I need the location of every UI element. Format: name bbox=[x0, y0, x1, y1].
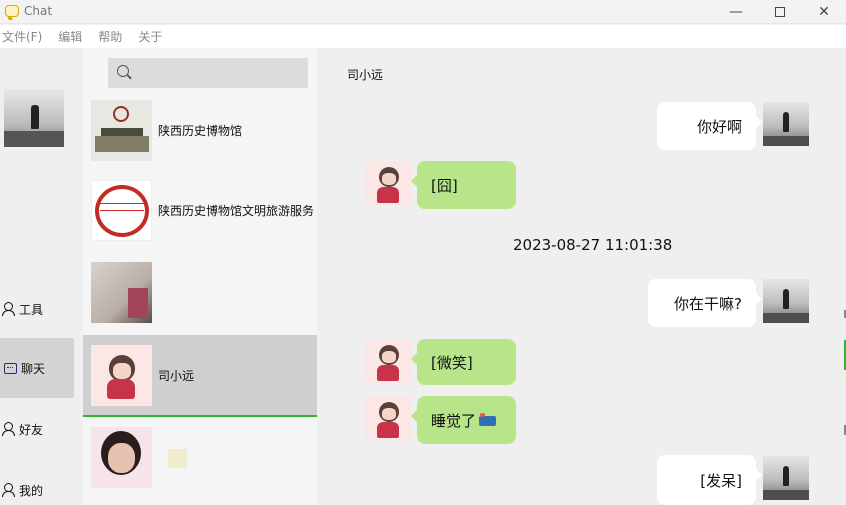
avatar-face bbox=[108, 443, 135, 473]
menu-file[interactable]: 文件(F) bbox=[2, 28, 42, 45]
nav-item-me[interactable]: 我的 bbox=[0, 460, 74, 505]
close-button[interactable]: ✕ bbox=[802, 0, 846, 24]
avatar-face bbox=[382, 351, 396, 363]
nav-item-chat[interactable]: 聊天 bbox=[0, 338, 74, 398]
room-shelf bbox=[128, 288, 148, 318]
museum-roof bbox=[101, 128, 143, 136]
maximize-button[interactable] bbox=[758, 0, 802, 24]
contact-item-selected[interactable]: 司小远 bbox=[83, 335, 317, 417]
close-icon: ✕ bbox=[818, 4, 830, 20]
peer-avatar[interactable] bbox=[365, 396, 411, 440]
avatar-figure bbox=[783, 466, 789, 486]
nav-item-label: 好友 bbox=[19, 422, 44, 437]
title-bar: Chat — ✕ bbox=[0, 0, 846, 24]
message-text: 你好啊 bbox=[696, 117, 742, 136]
chat-panel: 司小远 你好啊 [囧] 2023-08-27 11:01:38 你在干嘛? [微… bbox=[317, 48, 846, 505]
contact-avatar bbox=[91, 427, 152, 488]
message-text: [囧] bbox=[431, 176, 458, 195]
avatar-figure bbox=[783, 112, 789, 132]
avatar-face bbox=[382, 408, 396, 420]
minimize-button[interactable]: — bbox=[714, 0, 758, 24]
self-avatar[interactable] bbox=[763, 456, 809, 500]
avatar-ground bbox=[763, 136, 809, 146]
contact-avatar bbox=[91, 180, 152, 241]
museum-emblem-icon bbox=[113, 106, 129, 122]
friends-icon bbox=[1, 422, 15, 436]
message-text: 你在干嘛? bbox=[674, 294, 742, 313]
message-bubble-self[interactable]: 你好啊 bbox=[657, 102, 762, 150]
message-text: 睡觉了 bbox=[431, 411, 477, 430]
message-bubble-peer[interactable]: [微笑] bbox=[411, 339, 516, 385]
bed-emoji-icon bbox=[479, 413, 497, 426]
nav-sidebar: 工具 聊天 好友 我的 bbox=[0, 48, 83, 505]
message-bubble-self[interactable]: 你在干嘛? bbox=[648, 279, 762, 327]
search-icon bbox=[117, 65, 129, 77]
chat-logo-icon bbox=[5, 5, 19, 17]
avatar-ground bbox=[4, 131, 64, 147]
contact-list: 陕西历史博物馆 陕西历史博物馆文明旅游服务 司小远 bbox=[83, 48, 317, 505]
avatar-figure bbox=[31, 105, 39, 129]
nav-item-friends[interactable]: 好友 bbox=[0, 399, 74, 459]
contact-item[interactable]: 陕西历史博物馆 bbox=[83, 90, 317, 170]
my-avatar[interactable] bbox=[4, 89, 64, 147]
peer-avatar[interactable] bbox=[365, 339, 411, 383]
contact-name: 陕西历史博物馆 bbox=[158, 124, 243, 138]
avatar-face bbox=[382, 173, 396, 185]
minimize-icon: — bbox=[729, 4, 743, 20]
contact-item[interactable] bbox=[83, 252, 317, 332]
contact-item[interactable]: 陕西历史博物馆文明旅游服务 bbox=[83, 170, 317, 250]
avatar-figure bbox=[783, 289, 789, 309]
message-text: [微笑] bbox=[431, 353, 473, 372]
avatar-face bbox=[113, 363, 131, 379]
maximize-icon bbox=[775, 7, 785, 17]
person-icon bbox=[1, 302, 15, 316]
message-timestamp: 2023-08-27 11:01:38 bbox=[513, 236, 673, 254]
search-input[interactable] bbox=[108, 58, 308, 88]
menu-edit[interactable]: 编辑 bbox=[58, 28, 82, 45]
menu-bar: 文件(F) 编辑 帮助 关于 bbox=[0, 25, 846, 48]
nav-item-label: 我的 bbox=[19, 483, 44, 498]
message-text: [发呆] bbox=[700, 471, 742, 490]
message-bubble-self[interactable]: [发呆] bbox=[657, 455, 762, 505]
nav-item-label: 工具 bbox=[19, 302, 44, 317]
contact-item[interactable] bbox=[83, 417, 317, 497]
message-bubble-peer[interactable]: 睡觉了 bbox=[411, 396, 516, 444]
menu-about[interactable]: 关于 bbox=[138, 28, 162, 45]
contact-name: 陕西历史博物馆文明旅游服务 bbox=[158, 204, 315, 218]
nav-item-label: 聊天 bbox=[21, 361, 46, 376]
contact-avatar bbox=[91, 100, 152, 161]
window-title: Chat bbox=[24, 4, 53, 18]
avatar-body bbox=[377, 187, 399, 203]
museum-hall bbox=[95, 136, 149, 152]
contact-name-placeholder bbox=[168, 449, 187, 468]
message-bubble-peer[interactable]: [囧] bbox=[411, 161, 516, 209]
self-avatar[interactable] bbox=[763, 102, 809, 146]
contact-avatar bbox=[91, 262, 152, 323]
avatar-ground bbox=[763, 313, 809, 323]
contact-name: 司小远 bbox=[158, 369, 195, 383]
museum-logo-ring bbox=[95, 185, 149, 237]
avatar-body bbox=[107, 379, 135, 399]
avatar-body bbox=[377, 422, 399, 438]
self-avatar[interactable] bbox=[763, 279, 809, 323]
museum-logo-bar bbox=[100, 203, 144, 211]
chat-title: 司小远 bbox=[347, 68, 384, 82]
chat-icon bbox=[4, 362, 17, 374]
contact-avatar bbox=[91, 345, 152, 406]
person-icon bbox=[1, 483, 15, 497]
peer-avatar[interactable] bbox=[365, 161, 411, 205]
avatar-body bbox=[377, 365, 399, 381]
nav-item-tools[interactable]: 工具 bbox=[0, 279, 74, 339]
menu-help[interactable]: 帮助 bbox=[98, 28, 122, 45]
avatar-ground bbox=[763, 490, 809, 500]
